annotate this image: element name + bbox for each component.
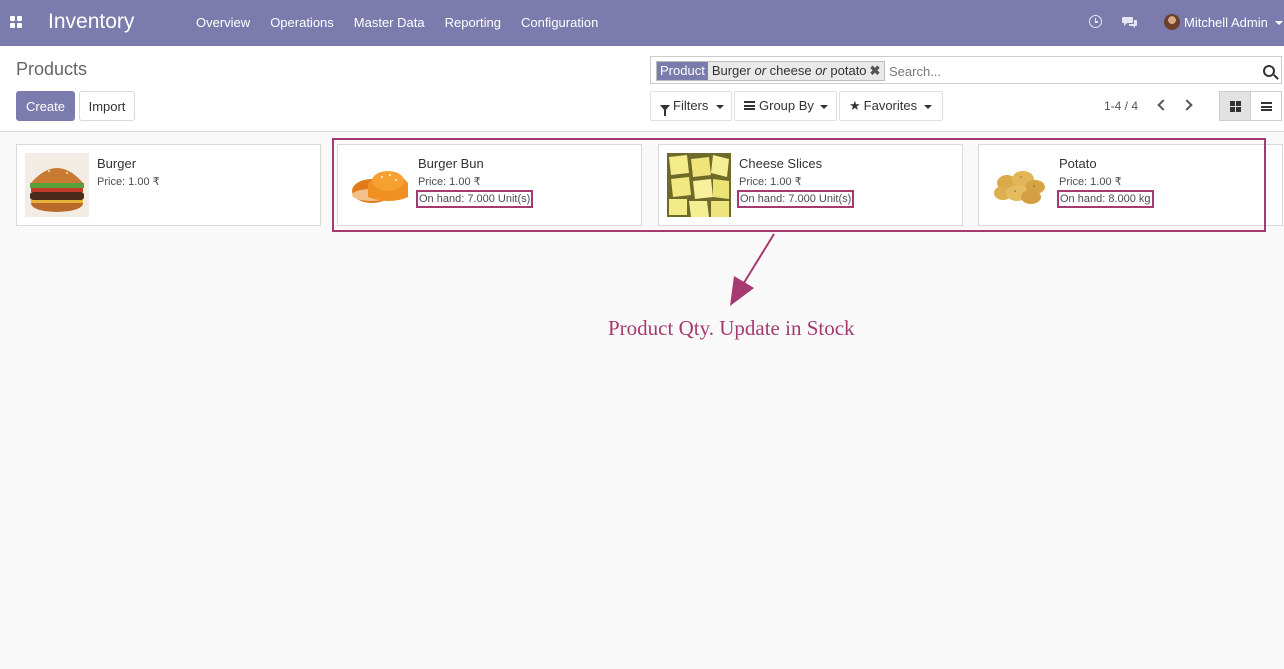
product-price: Price: 1.00 ₹	[739, 176, 802, 188]
on-hand-quantity: On hand: 8.000 kg	[1057, 190, 1154, 208]
product-name: Cheese Slices	[739, 156, 823, 171]
product-price: Price: 1.00 ₹	[97, 176, 160, 188]
product-name: Burger Bun	[418, 156, 484, 171]
pager-previous-icon[interactable]	[1157, 99, 1169, 111]
chevron-down-icon	[924, 105, 932, 109]
control-panel: Products Create Import Product Burger or…	[0, 46, 1284, 132]
create-button[interactable]: Create	[16, 91, 75, 121]
groupby-dropdown[interactable]: Group By	[734, 91, 837, 121]
menu-reporting[interactable]: Reporting	[435, 0, 511, 46]
cheese-slices-image	[667, 153, 731, 217]
product-name: Potato	[1059, 156, 1097, 171]
filters-dropdown[interactable]: Filters	[650, 91, 732, 121]
star-icon: ★	[849, 98, 861, 113]
pager-value[interactable]: 1-4 / 4	[1104, 99, 1138, 113]
kanban-grid-icon	[1230, 101, 1241, 112]
chevron-down-icon	[716, 105, 724, 109]
facet-remove-icon[interactable]: ✖	[870, 62, 885, 80]
user-menu[interactable]: Mitchell Admin	[1184, 15, 1268, 30]
menu-configuration[interactable]: Configuration	[511, 0, 608, 46]
groupby-icon	[744, 101, 755, 110]
activity-clock-icon[interactable]	[1089, 15, 1102, 28]
menu-master-data[interactable]: Master Data	[344, 0, 435, 46]
chevron-down-icon	[820, 105, 828, 109]
search-input[interactable]	[889, 61, 1249, 81]
import-button[interactable]: Import	[79, 91, 135, 121]
product-card-burger-bun[interactable]: Burger Bun Price: 1.00 ₹ On hand: 7.000 …	[337, 144, 642, 226]
main-menu: Overview Operations Master Data Reportin…	[186, 0, 608, 46]
on-hand-quantity: On hand: 7.000 Unit(s)	[737, 190, 855, 208]
annotation-arrow-icon	[730, 233, 775, 306]
chat-icon[interactable]	[1122, 16, 1138, 28]
pager-next-icon[interactable]	[1181, 99, 1193, 111]
top-navbar: Inventory Overview Operations Master Dat…	[0, 0, 1284, 46]
facet-label: Product	[657, 62, 708, 80]
product-price: Price: 1.00 ₹	[1059, 176, 1122, 188]
burger-bun-image	[346, 153, 410, 217]
potato-image	[987, 153, 1051, 217]
user-caret-icon[interactable]	[1275, 21, 1283, 25]
list-view-button[interactable]	[1251, 91, 1282, 121]
product-card-potato[interactable]: Potato Price: 1.00 ₹ On hand: 8.000 kg	[978, 144, 1283, 226]
menu-operations[interactable]: Operations	[260, 0, 344, 46]
annotation-text: Product Qty. Update in Stock	[608, 316, 855, 340]
product-price: Price: 1.00 ₹	[418, 176, 481, 188]
list-icon	[1261, 102, 1272, 111]
app-title[interactable]: Inventory	[48, 10, 134, 34]
search-bar: Product Burger or cheese or potato ✖	[650, 56, 1282, 84]
burger-image	[25, 153, 89, 217]
kanban-view-button[interactable]	[1219, 91, 1251, 121]
product-name: Burger	[97, 156, 137, 171]
breadcrumb: Products	[16, 59, 88, 79]
search-icon[interactable]	[1263, 65, 1275, 77]
search-facet: Product Burger or cheese or potato ✖	[656, 61, 886, 81]
product-card-cheese-slices[interactable]: Cheese Slices Price: 1.00 ₹ On hand: 7.0…	[658, 144, 963, 226]
menu-overview[interactable]: Overview	[186, 0, 260, 46]
favorites-dropdown[interactable]: ★ Favorites	[839, 91, 943, 121]
facet-value: Burger or cheese or potato	[707, 62, 870, 80]
filter-icon	[660, 105, 670, 116]
user-avatar[interactable]	[1164, 14, 1180, 30]
product-card-burger[interactable]: Burger Price: 1.00 ₹	[16, 144, 321, 226]
apps-menu-icon[interactable]	[10, 16, 23, 29]
on-hand-quantity: On hand: 7.000 Unit(s)	[416, 190, 534, 208]
